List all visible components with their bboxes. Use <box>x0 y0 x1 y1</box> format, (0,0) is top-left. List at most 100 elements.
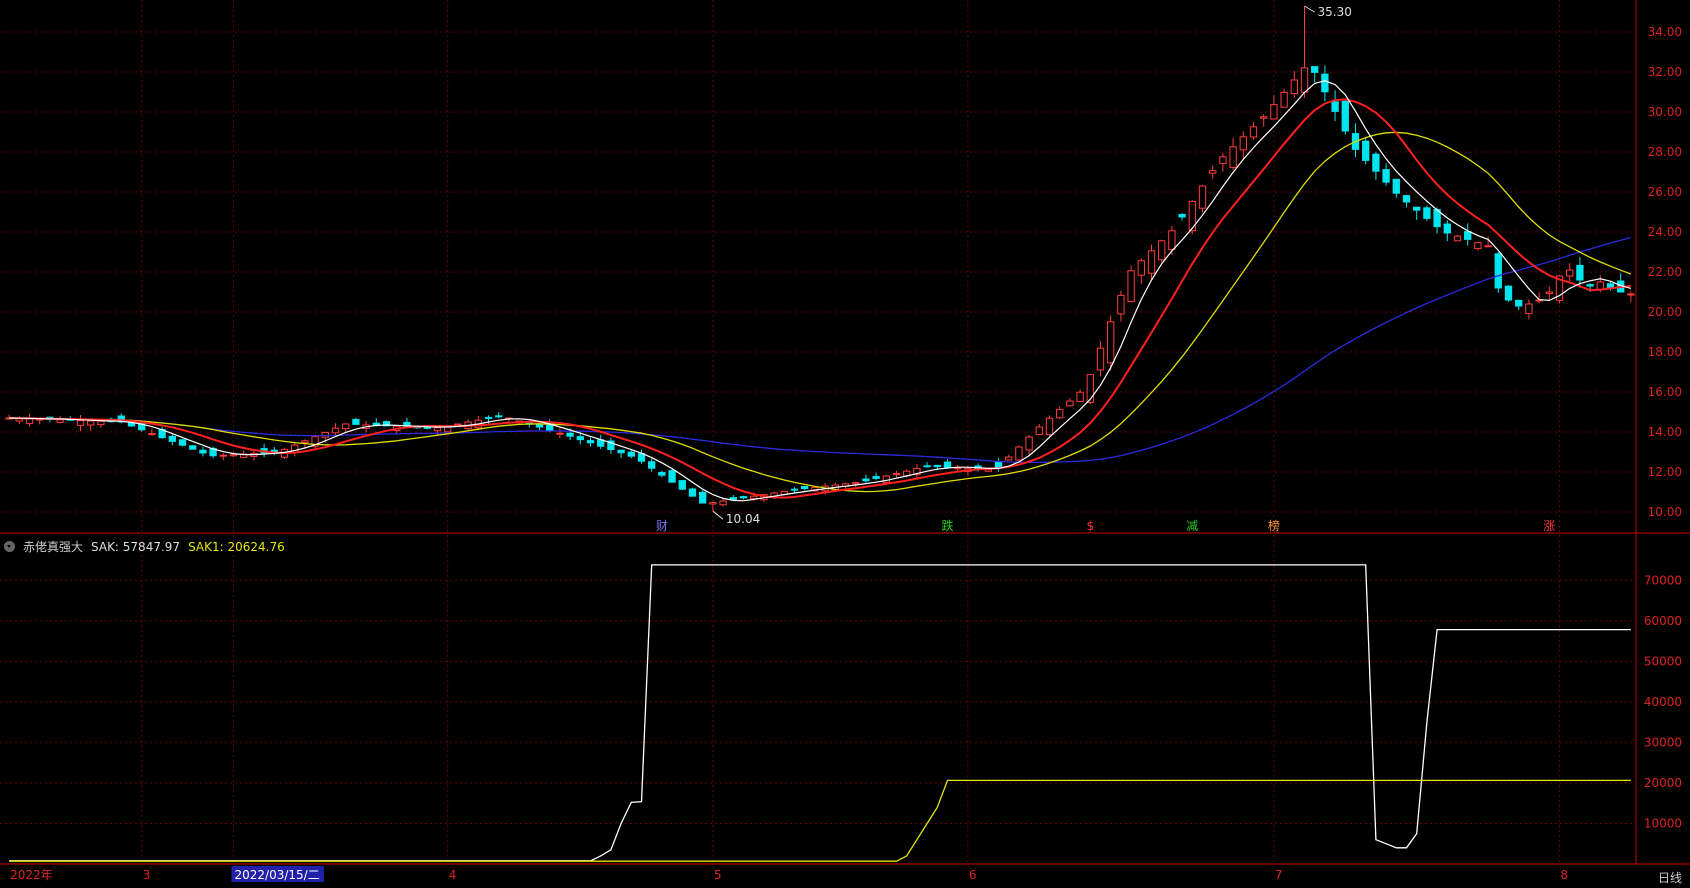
candle-body <box>729 497 737 500</box>
candle-body <box>342 423 350 430</box>
candle-body <box>1586 284 1594 287</box>
month-label: 2022年 <box>10 868 53 882</box>
indicator-tick-label: 50000 <box>1644 654 1682 668</box>
candle-body <box>933 464 941 468</box>
candle-body <box>1209 170 1217 174</box>
candle-body <box>678 480 686 490</box>
candle-body <box>1280 91 1288 108</box>
candle-body <box>1300 67 1309 93</box>
indicator-tick-label: 40000 <box>1644 695 1682 709</box>
candle-body <box>1545 291 1553 295</box>
candle-body <box>199 449 207 454</box>
candle-body <box>719 500 727 506</box>
candle-body <box>25 418 34 424</box>
candle-body <box>56 419 64 423</box>
candle-body <box>1321 73 1329 93</box>
event-marker: 榜 <box>1268 518 1280 533</box>
month-label: 4 <box>449 868 457 882</box>
candle-body <box>1035 426 1043 436</box>
indicator-tick-label: 10000 <box>1644 816 1682 830</box>
candle-body <box>862 478 870 482</box>
candle-body <box>1127 270 1135 303</box>
event-marker: 跌 <box>941 518 953 533</box>
candle-body <box>1382 169 1390 183</box>
candle-body <box>709 502 717 505</box>
candle-body <box>1515 299 1523 307</box>
candle-body <box>148 433 156 436</box>
price-tick-label: 32.00 <box>1648 65 1682 79</box>
stock-chart[interactable]: 10.00 12.00 14.00 16.00 18.00 20.00 22.00 24.00… <box>0 0 1690 888</box>
high-price-label: 35.30 <box>1318 5 1352 19</box>
price-tick-label: 16.00 <box>1648 385 1682 399</box>
month-label: 8 <box>1561 868 1569 882</box>
candle-body <box>688 488 697 497</box>
candle-body <box>1229 146 1237 168</box>
candle-body <box>178 439 187 446</box>
candle-body <box>1525 303 1533 315</box>
candle-body <box>1484 245 1492 248</box>
candle-body <box>219 454 227 457</box>
candle-body <box>994 461 1003 468</box>
candle-body <box>1576 264 1584 281</box>
candle-body <box>1372 153 1380 172</box>
candle-body <box>1260 116 1268 119</box>
candle-body <box>189 445 197 450</box>
candle-body <box>1423 207 1431 219</box>
candle-body <box>301 440 309 443</box>
candle-body <box>923 465 931 468</box>
chevron-down-icon[interactable] <box>4 541 15 552</box>
candle-body <box>1392 178 1400 194</box>
selected-date-label: 2022/03/15/二 <box>235 868 320 882</box>
price-tick-label: 24.00 <box>1648 225 1682 239</box>
candle-body <box>1270 104 1278 120</box>
candle-body <box>1158 240 1166 261</box>
candle-body <box>1443 223 1451 234</box>
event-marker: 涨 <box>1543 518 1555 533</box>
candle-body <box>495 415 503 418</box>
sak-value: SAK: 57847.97 <box>91 540 181 554</box>
background <box>0 0 1690 888</box>
indicator-title: 赤佬真强大 SAK: 57847.97 SAK1: 20624.76 <box>4 538 293 556</box>
candle-body <box>1107 321 1115 364</box>
candle-body <box>699 491 707 504</box>
candle-body <box>1045 417 1054 436</box>
price-tick-label: 14.00 <box>1648 425 1682 439</box>
candle-body <box>1096 347 1105 371</box>
candle-body <box>872 476 880 479</box>
candle-body <box>790 488 799 491</box>
candle-body <box>1178 213 1186 218</box>
price-tick-label: 20.00 <box>1648 305 1682 319</box>
candle-body <box>1076 391 1084 402</box>
candle-body <box>1015 446 1023 461</box>
candle-body <box>535 424 544 428</box>
candle-body <box>658 471 666 476</box>
candle-body <box>1168 230 1176 251</box>
month-label: 3 <box>143 868 151 882</box>
candle-body <box>750 495 758 500</box>
low-price-label: 10.04 <box>726 512 760 526</box>
candle-body <box>586 440 595 444</box>
candle-body <box>1025 436 1033 451</box>
candle-body <box>1311 66 1319 73</box>
candle-body <box>229 454 238 457</box>
price-tick-label: 34.00 <box>1648 25 1682 39</box>
candle-body <box>1341 100 1349 132</box>
candle-body <box>1413 206 1421 211</box>
candle-body <box>668 470 676 483</box>
candle-body <box>566 432 574 437</box>
candle-body <box>321 431 329 438</box>
candle-body <box>556 432 564 435</box>
candle-body <box>1362 140 1370 161</box>
price-tick-label: 22.00 <box>1648 265 1682 279</box>
candle-body <box>648 461 656 469</box>
candle-body <box>423 426 431 429</box>
candle-body <box>433 427 442 432</box>
sak1-value: SAK1: 20624.76 <box>188 540 285 554</box>
candle-body <box>76 420 85 426</box>
candle-body <box>1627 293 1635 296</box>
candle-body <box>97 420 105 426</box>
candle-body <box>627 451 635 457</box>
month-label: 7 <box>1275 868 1283 882</box>
period-label[interactable]: 日线 <box>1658 869 1682 886</box>
candle-body <box>892 473 901 476</box>
